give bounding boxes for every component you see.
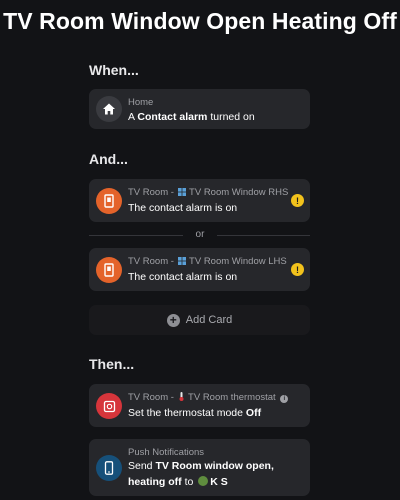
or-separator: or (195, 229, 205, 240)
when-trigger-card[interactable]: Home A Contact alarm turned on (89, 89, 310, 129)
section-when-heading: When... (89, 62, 139, 78)
action-thermostat-text: Set the thermostat mode (128, 407, 243, 419)
when-card-capability: Contact alarm (137, 111, 208, 123)
home-icon (96, 96, 122, 122)
action-notification-recipient: K S (210, 476, 228, 488)
thermometer-icon (179, 392, 184, 401)
action-notification-send: Send (128, 460, 153, 472)
window-icon (177, 188, 186, 196)
condition-lhs-room: TV Room - (128, 256, 174, 267)
action-card-thermostat[interactable]: TV Room - TV Room thermostat i Set the t… (89, 384, 310, 427)
action-notification-line2: heating off to K S (128, 476, 228, 488)
action-thermostat-room: TV Room - (128, 392, 174, 403)
action-notification-line1: Send TV Room window open, (128, 460, 274, 472)
condition-lhs-description: The contact alarm is on (128, 271, 238, 283)
avatar (198, 476, 209, 486)
or-divider-left (89, 235, 183, 236)
contact-sensor-icon (96, 188, 122, 214)
when-card-description: A Contact alarm turned on (128, 111, 255, 123)
condition-card-lhs[interactable]: TV Room - TV Room Window LHS The contact… (89, 248, 310, 291)
action-card-notification[interactable]: Push Notifications Send TV Room window o… (89, 439, 310, 496)
when-card-subtitle: Home (128, 97, 154, 108)
info-icon[interactable]: i (280, 395, 289, 403)
condition-rhs-room: TV Room - (128, 187, 174, 198)
condition-rhs-subtitle: TV Room - TV Room Window RHS (128, 187, 288, 198)
when-card-suffix: turned on (210, 111, 255, 123)
section-and-heading: And... (89, 151, 128, 167)
action-notification-to: to (184, 476, 194, 488)
action-thermostat-mode: Off (245, 407, 262, 419)
add-card-button[interactable]: + Add Card (89, 305, 310, 335)
action-notification-subtitle: Push Notifications (128, 447, 205, 458)
condition-lhs-subtitle: TV Room - TV Room Window LHS (128, 256, 287, 267)
plus-icon: + (166, 313, 180, 327)
page-title: TV Room Window Open Heating Off (3, 8, 397, 34)
warning-icon[interactable]: ! (291, 194, 304, 207)
section-then-heading: Then... (89, 356, 135, 372)
condition-rhs-device: TV Room Window RHS (189, 187, 289, 198)
warning-icon[interactable]: ! (291, 263, 304, 276)
phone-icon (96, 455, 122, 481)
condition-card-rhs[interactable]: TV Room - TV Room Window RHS The contact… (89, 179, 310, 222)
action-thermostat-subtitle: TV Room - TV Room thermostat i (128, 392, 289, 403)
action-thermostat-description: Set the thermostat mode Off (128, 407, 261, 419)
condition-lhs-device: TV Room Window LHS (189, 256, 287, 267)
or-divider-right (217, 235, 310, 236)
thermostat-icon (96, 393, 122, 419)
action-notification-message: TV Room window open, (155, 460, 274, 472)
condition-rhs-description: The contact alarm is on (128, 202, 238, 214)
action-thermostat-device: TV Room thermostat (188, 392, 276, 403)
when-card-prefix: A (128, 111, 135, 123)
window-icon (177, 257, 186, 265)
contact-sensor-icon (96, 257, 122, 283)
action-notification-message-cont: heating off (128, 476, 182, 488)
add-card-label: Add Card (185, 314, 233, 326)
